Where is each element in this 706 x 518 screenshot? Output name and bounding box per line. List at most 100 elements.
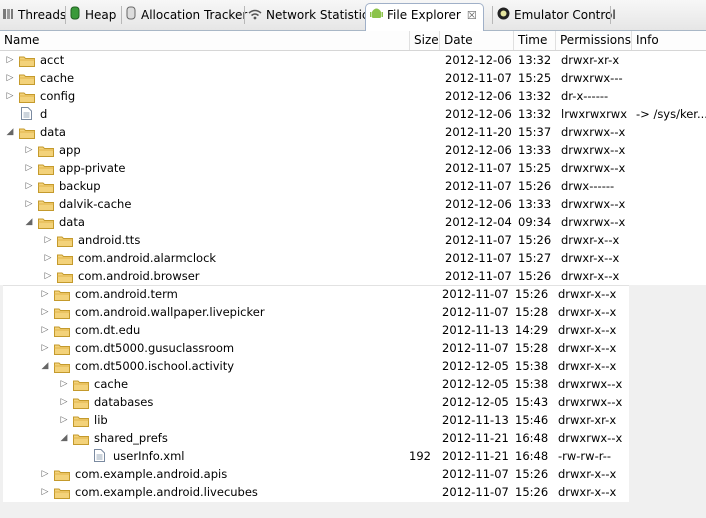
expand-arrow-icon[interactable]: ▷ — [59, 393, 69, 411]
file-name: app — [59, 143, 81, 157]
file-permissions: drwxrwx--x — [561, 143, 626, 157]
file-permissions: drwxr-x--x — [558, 485, 617, 499]
expand-arrow-icon[interactable]: ▷ — [5, 69, 15, 87]
expand-arrow-icon[interactable]: ▷ — [5, 51, 15, 69]
folder-icon — [54, 288, 70, 301]
file-time: 15:26 — [518, 179, 552, 193]
tab-file-explorer[interactable]: File Explorer ☒ — [365, 3, 484, 31]
table-row[interactable]: ▷ com.example.android.apis 2012-11-07 15:26… — [0, 465, 626, 483]
folder-icon — [38, 198, 54, 211]
folder-icon — [38, 144, 54, 157]
file-time: 13:32 — [518, 107, 552, 121]
file-permissions: drwx------ — [561, 179, 615, 193]
table-row[interactable]: ▷ com.dt5000.gusuclassroom 2012-11-07 15:28… — [0, 339, 626, 357]
file-date: 2012-12-06 — [445, 107, 512, 121]
table-row[interactable]: ▷ acct 2012-12-06 13:32 drwxr-xr-x — [0, 51, 706, 69]
expand-arrow-icon[interactable]: ▷ — [24, 177, 34, 195]
file-name: dalvik-cache — [59, 197, 132, 211]
collapse-arrow-icon[interactable]: ◢ — [24, 213, 34, 231]
file-date: 2012-12-05 — [442, 395, 509, 409]
expand-arrow-icon[interactable]: ▷ — [40, 339, 50, 357]
expand-arrow-icon[interactable]: ▷ — [40, 321, 50, 339]
file-size: 192 — [409, 449, 431, 463]
close-tab-icon[interactable]: ☒ — [467, 5, 477, 27]
table-row[interactable]: ▷ com.example.android.livecubes 2012-11-07… — [0, 483, 626, 501]
table-row[interactable]: ◢ com.dt5000.ischool.activity 2012-12-05 15… — [0, 357, 626, 375]
folder-icon — [57, 234, 73, 247]
expand-arrow-icon[interactable]: ▷ — [40, 285, 50, 303]
file-time: 15:37 — [518, 125, 552, 139]
expand-arrow-icon[interactable]: ▷ — [43, 231, 53, 249]
threads-icon — [2, 5, 14, 27]
expand-arrow-icon[interactable]: ▷ — [24, 141, 34, 159]
folder-icon — [54, 468, 70, 481]
table-row[interactable]: ▷ config 2012-12-06 13:32 dr-x------ — [0, 87, 706, 105]
collapse-arrow-icon[interactable]: ◢ — [40, 357, 50, 375]
table-row[interactable]: ▷ lib 2012-11-13 15:46 drwxr-xr-x — [0, 411, 626, 429]
file-permissions: lrwxrwxrwx — [561, 107, 628, 121]
file-time: 13:32 — [518, 53, 552, 67]
table-row[interactable]: ▷ backup 2012-11-07 15:26 drwx------ — [0, 177, 706, 195]
tab-allocation-tracker[interactable]: Allocation Tracker — [125, 4, 247, 26]
expand-arrow-icon[interactable]: ▷ — [5, 87, 15, 105]
file-icon — [21, 107, 32, 120]
table-row[interactable]: ▷ app-private 2012-11-07 15:25 drwxrwx--x — [0, 159, 706, 177]
folder-icon — [54, 342, 70, 355]
tab-network-statistics[interactable]: Network Statistics — [248, 4, 375, 26]
table-row[interactable]: ▷ cache 2012-11-07 15:25 drwxrwx--- — [0, 69, 706, 87]
column-header-date[interactable]: Date — [440, 31, 514, 50]
file-permissions: drwxr-x--x — [558, 467, 617, 481]
folder-icon — [73, 378, 89, 391]
collapse-arrow-icon[interactable]: ◢ — [5, 123, 15, 141]
file-name: app-private — [59, 161, 126, 175]
column-header-info[interactable]: Info — [632, 31, 706, 50]
file-icon — [94, 449, 105, 462]
tab-heap[interactable]: Heap — [69, 4, 116, 26]
table-row[interactable]: ▷ com.dt.edu 2012-11-13 14:29 drwxr-x--x — [0, 321, 626, 339]
expand-arrow-icon[interactable]: ▷ — [43, 249, 53, 267]
tab-emulator-control[interactable]: Emulator Control — [497, 4, 616, 26]
table-row[interactable]: ▷ com.android.term 2012-11-07 15:26 drwxr-x-… — [0, 285, 626, 303]
table-row[interactable]: userInfo.xml 192 2012-11-21 16:48 -rw-rw-r-- — [0, 447, 626, 465]
file-name: com.android.browser — [78, 269, 200, 283]
expand-arrow-icon[interactable]: ▷ — [24, 195, 34, 213]
expand-arrow-icon[interactable]: ▷ — [40, 465, 50, 483]
file-name: com.dt5000.gusuclassroom — [75, 341, 235, 355]
file-date: 2012-11-07 — [442, 305, 509, 319]
column-header-name[interactable]: Name — [0, 31, 410, 50]
column-header-size[interactable]: Size — [410, 31, 440, 50]
file-name: cache — [94, 377, 129, 391]
table-row[interactable]: ▷ com.android.wallpaper.livepicker 2012-11… — [0, 303, 626, 321]
tab-separator — [492, 6, 493, 24]
expand-arrow-icon[interactable]: ▷ — [24, 159, 34, 177]
expand-arrow-icon[interactable]: ▷ — [59, 375, 69, 393]
table-row[interactable]: ◢ shared_prefs 2012-11-21 16:48 drwxrwx--x — [0, 429, 626, 447]
column-header-time[interactable]: Time — [514, 31, 556, 50]
file-time: 15:28 — [515, 305, 549, 319]
file-permissions: drwxr-x--x — [561, 269, 620, 283]
file-permissions: drwxrwx--x — [561, 161, 626, 175]
table-row[interactable]: ▷ com.android.alarmclock 2012-11-07 15:27 dr… — [0, 249, 706, 267]
table-row[interactable]: ▷ cache 2012-12-05 15:38 drwxrwx--x — [0, 375, 626, 393]
table-row[interactable]: ▷ dalvik-cache 2012-12-06 13:33 drwxrwx--x — [0, 195, 706, 213]
table-row[interactable]: ▷ databases 2012-12-05 15:43 drwxrwx--x — [0, 393, 626, 411]
expand-arrow-icon[interactable]: ▷ — [40, 303, 50, 321]
expand-arrow-icon[interactable]: ▷ — [59, 411, 69, 429]
file-date: 2012-12-05 — [442, 359, 509, 373]
expand-arrow-icon[interactable]: ▷ — [40, 483, 50, 501]
tab-threads[interactable]: Threads — [2, 4, 66, 26]
table-row[interactable]: d 2012-12-06 13:32 lrwxrwxrwx -> /sys/ker... — [0, 105, 706, 123]
file-time: 15:28 — [515, 341, 549, 355]
column-header-permissions[interactable]: Permissions — [556, 31, 632, 50]
folder-icon — [19, 126, 35, 139]
collapse-arrow-icon[interactable]: ◢ — [59, 429, 69, 447]
file-permissions: drwxr-x--x — [558, 287, 617, 301]
table-row[interactable]: ▷ com.android.browser 2012-11-07 15:26 drwxr… — [0, 267, 706, 285]
folder-icon — [57, 270, 73, 283]
table-row[interactable]: ▷ app 2012-12-06 13:33 drwxrwx--x — [0, 141, 706, 159]
table-row[interactable]: ◢ data 2012-12-04 09:34 drwxrwx--x — [0, 213, 706, 231]
table-row[interactable]: ▷ android.tts 2012-11-07 15:26 drwxr-x--x — [0, 231, 706, 249]
table-row[interactable]: ◢ data 2012-11-20 15:37 drwxrwx--x — [0, 123, 706, 141]
expand-arrow-icon[interactable]: ▷ — [43, 267, 53, 285]
file-name: com.example.android.livecubes — [75, 485, 258, 499]
